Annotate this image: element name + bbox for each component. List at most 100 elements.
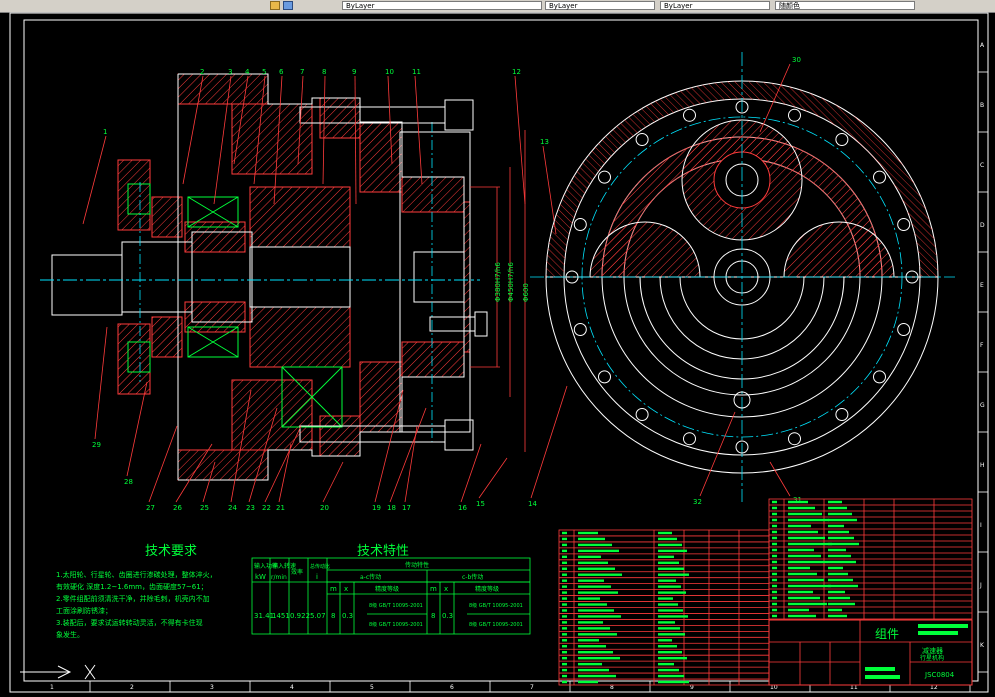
dim-label-1: Φ600 — [522, 283, 530, 302]
bom-cell-mask — [658, 543, 682, 547]
bom-cell-mask — [772, 548, 777, 552]
bom-cell-mask — [828, 548, 846, 552]
bolt-hole — [873, 170, 886, 184]
bom-cell-mask — [772, 512, 777, 516]
part-number-label: 9 — [352, 68, 356, 76]
bom-cell-mask — [788, 530, 818, 534]
ucs-icon — [20, 664, 96, 680]
bom-cell-mask — [562, 537, 567, 541]
spec-hdr-cb-prec: 精度等级 — [475, 585, 499, 593]
bom-cell-mask — [562, 662, 567, 666]
leader-line — [94, 326, 108, 440]
bom-cell-mask — [828, 518, 857, 522]
part-number-label: 4 — [245, 68, 250, 76]
spec-val-ac-prec1: 8级 GB/T 10095-2001 — [369, 602, 423, 609]
bom-cell-mask — [578, 549, 619, 553]
part-number-label: 17 — [402, 504, 411, 512]
bom-cell-mask — [562, 621, 567, 624]
bom-cell-mask — [828, 614, 847, 618]
part-number-label: 5 — [262, 68, 266, 76]
grid-letter: D — [980, 222, 985, 229]
bom-cell-mask — [578, 656, 620, 660]
tech-requirements-title: 技术要求 — [145, 544, 197, 559]
spec-val-ac-prec2: 8级 GB/T 10095-2001 — [369, 621, 423, 628]
spec-hdr-cb: c-b传动 — [462, 573, 483, 581]
leader-line — [278, 443, 292, 503]
bom-cell-mask — [658, 674, 684, 678]
bom-cell-mask — [658, 549, 687, 553]
bom-cell-mask — [562, 639, 567, 642]
bom-cell-mask — [562, 585, 567, 588]
bom-cell-mask — [578, 543, 612, 547]
grid-number: 3 — [210, 684, 214, 691]
bom-cell-mask — [658, 680, 689, 684]
part-number-label: 21 — [276, 504, 285, 512]
part-number-label: 14 — [528, 500, 537, 508]
bom-cell-mask — [658, 603, 678, 606]
dim-label-3: Φ380H7/h6 — [494, 262, 502, 302]
plotstyle-select[interactable]: 随颜色 — [775, 1, 915, 10]
spec-val-eff: 0.922 — [290, 612, 310, 620]
spec-hdr-ac-x: x — [344, 585, 348, 593]
bom-cell-mask — [772, 584, 777, 588]
title-block: 组件 减速器 行星机构 JSC0804 — [768, 619, 973, 686]
spec-hdr-ac-m: m — [330, 585, 337, 593]
part-number-label: 27 — [146, 504, 155, 512]
part-number-label: 20 — [320, 504, 329, 512]
bom-cell-mask — [578, 615, 621, 618]
part-number-label: 19 — [372, 504, 381, 512]
bom-cell-mask — [828, 566, 843, 570]
bom-cell-mask — [788, 512, 822, 516]
bom-cell-mask — [772, 530, 777, 534]
bom-cell-mask — [828, 590, 845, 594]
bom-cell-mask — [578, 537, 605, 541]
bom-cell-mask — [788, 536, 825, 540]
bom-cell-mask — [788, 500, 808, 504]
color-select[interactable]: ByLayer — [342, 1, 542, 10]
grid-number: 2 — [130, 684, 134, 691]
bolt-hole — [573, 218, 587, 231]
part-number-label: 11 — [412, 68, 421, 76]
bom-cell-mask — [658, 567, 684, 570]
spec-val-ratio: 5.07 — [310, 612, 326, 620]
bom-cell-mask — [562, 615, 567, 618]
drawing-name-1: 减速器 — [922, 646, 943, 655]
part-number-label: 1 — [103, 128, 107, 136]
bom-cell-mask — [788, 506, 815, 510]
bom-cell-mask — [828, 506, 847, 510]
bom-cell-mask — [772, 536, 777, 540]
part-number-label: 23 — [246, 504, 255, 512]
tech-requirement-line: 1.太阳轮、行星轮、齿圈进行渗碳处理，整体淬火， — [56, 570, 217, 579]
bom-cell-mask — [772, 578, 777, 582]
end-view — [530, 52, 955, 502]
drawing-canvas[interactable]: ABCDEFGHIJK1 2 3 4 5 6 7 8 9 10 11 12 Φ6… — [0, 12, 995, 697]
bom-cell-mask — [562, 674, 567, 678]
bom-cell-mask — [788, 608, 809, 612]
part-number-label: 32 — [693, 498, 702, 506]
bom-cell-mask — [828, 524, 844, 528]
layer-icon[interactable] — [283, 1, 293, 10]
grid-letter: J — [979, 582, 982, 589]
bom-cell-mask — [578, 621, 603, 624]
part-number-label: 6 — [279, 68, 284, 76]
lineweight-select[interactable]: ByLayer — [660, 1, 770, 10]
bolt-hole — [897, 323, 911, 336]
bom-cell-mask — [658, 531, 672, 535]
bolt-hole — [835, 408, 849, 421]
bom-cell-mask — [828, 584, 858, 588]
bom-cell-mask — [772, 572, 777, 576]
bom-cell-mask — [828, 560, 856, 564]
bom-cell-mask — [578, 573, 622, 576]
part-number-label: 16 — [458, 504, 467, 512]
tech-specs-title: 技术特性 — [357, 544, 409, 559]
properties-icon[interactable] — [270, 1, 280, 10]
bom-cell-mask — [772, 524, 777, 528]
grid-number: 7 — [530, 684, 534, 691]
bom-cell-mask — [828, 596, 850, 600]
bom-cell-mask — [578, 668, 609, 672]
grid-letter: K — [980, 642, 985, 649]
linetype-select[interactable]: ByLayer — [545, 1, 655, 10]
bom-cell-mask — [788, 518, 829, 522]
bolt-hole — [598, 370, 611, 384]
bom-cell-mask — [828, 542, 859, 546]
